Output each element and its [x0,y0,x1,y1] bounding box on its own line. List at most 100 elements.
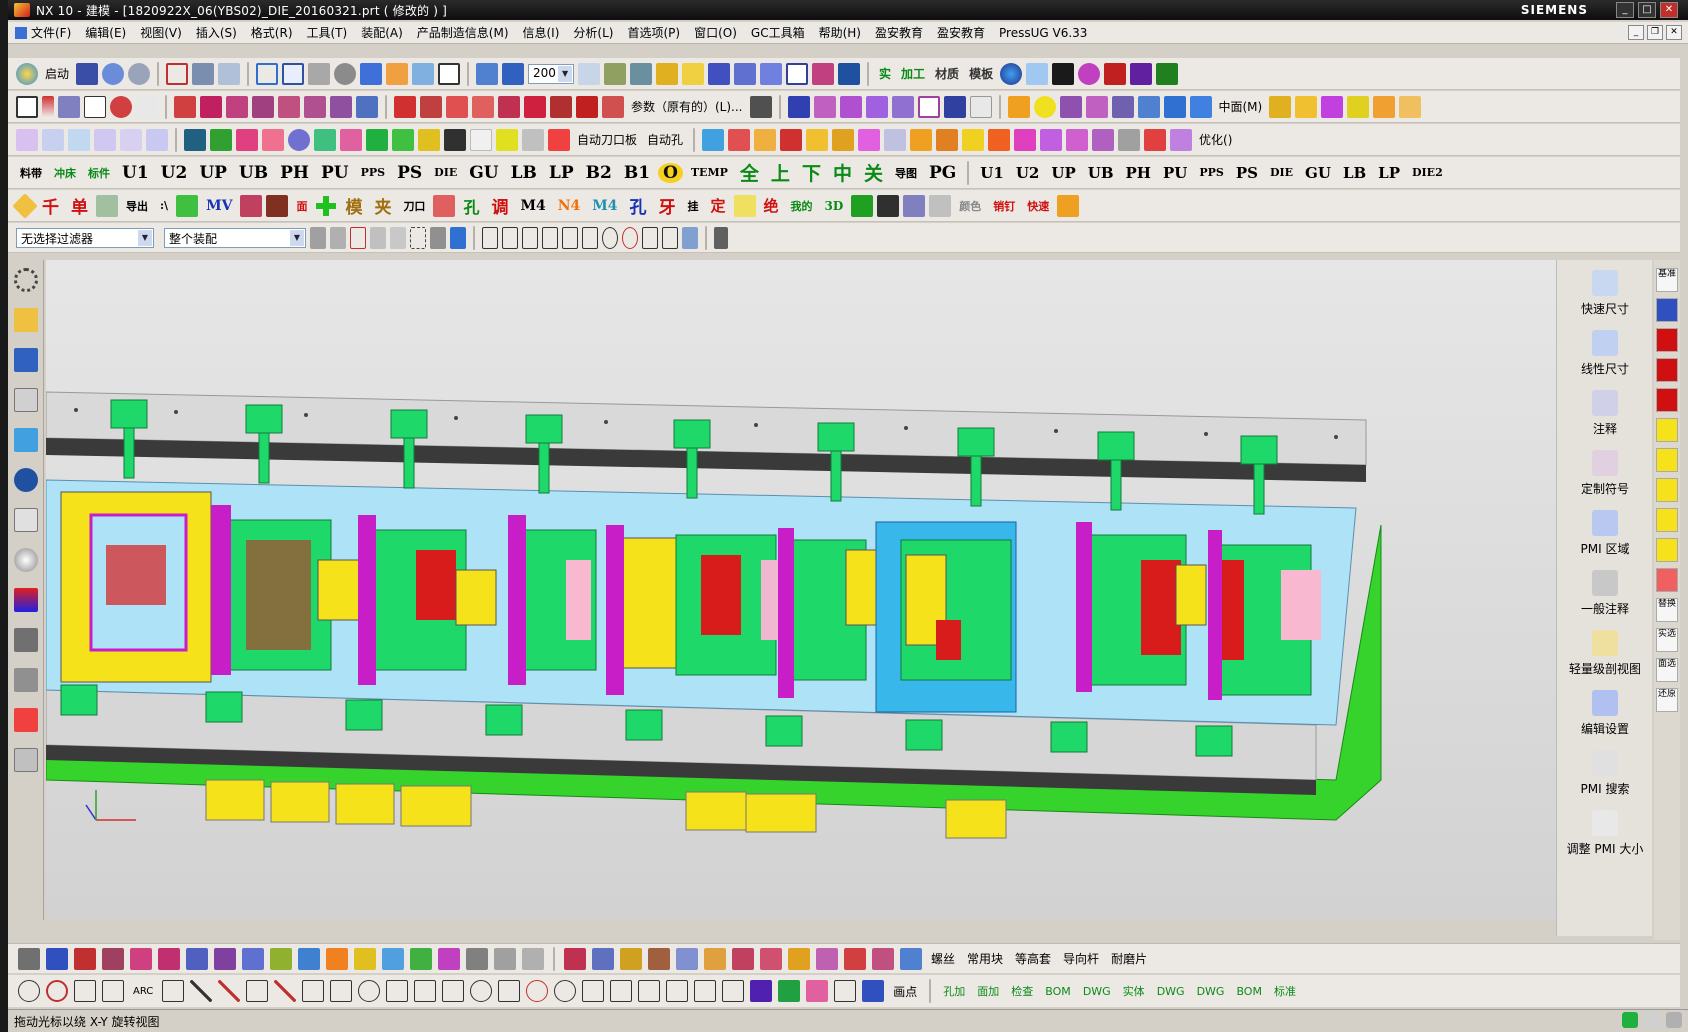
assembly-1-icon[interactable] [702,128,725,151]
yellow-block-icon[interactable] [733,194,756,217]
gc-6-icon[interactable] [146,128,168,151]
layer-green-icon[interactable] [1156,62,1179,85]
extrude-icon[interactable] [174,95,196,118]
single-chip[interactable]: 单 [67,193,92,218]
assembly-7-icon[interactable] [858,128,881,151]
pink-curve-icon[interactable] [806,980,829,1002]
split-body-icon[interactable] [420,95,442,118]
keyboard-icon[interactable] [1644,1012,1660,1028]
menu-tools[interactable]: 工具(T) [300,24,355,41]
standard-part-chip[interactable]: 标件 [84,165,114,181]
surface-4-icon[interactable] [891,95,914,118]
menu-assembly[interactable]: 装配(A) [354,24,410,41]
menu-information[interactable]: 信息(I) [516,24,567,41]
menu-preferences[interactable]: 首选项(P) [620,24,687,41]
add-plus-icon[interactable] [315,194,338,217]
reuse-library-icon[interactable] [13,428,38,452]
redo-icon[interactable] [128,62,151,85]
chart-icon[interactable] [1269,95,1292,118]
height-sleeve-button[interactable]: 等高套 [1012,950,1054,967]
pattern-icon[interactable] [812,62,835,85]
minimize-button[interactable]: _ [1616,2,1634,18]
export-drawing-chip[interactable]: 导图 [891,165,921,181]
custom-symbol-button[interactable]: 定制符号 [1557,450,1653,497]
zoom-icon[interactable] [256,62,279,85]
n4-chip[interactable]: N4 [554,198,585,214]
datum-csys-icon[interactable] [58,95,80,118]
mv-chip[interactable]: MV [202,198,236,214]
face-stretch-chip[interactable]: 面 [292,198,311,214]
lasso-icon[interactable] [240,194,263,217]
assembly-9-icon[interactable] [910,128,933,151]
extend-icon[interactable] [442,980,465,1002]
common-block-button[interactable]: 常用块 [964,950,1006,967]
snap-curve-icon[interactable] [542,226,558,249]
curve-18-icon[interactable] [494,947,516,970]
menu-yingan-2[interactable]: 盈安教育 [930,24,992,41]
close-button[interactable]: ✕ [1660,2,1678,18]
pen-icon[interactable] [877,194,900,217]
diamond-icon[interactable] [734,62,757,85]
snap-quadrant-icon[interactable] [622,226,638,249]
thicken-icon[interactable] [1137,95,1160,118]
quick-clamp-icon[interactable] [548,128,570,151]
unite-icon[interactable] [1007,95,1030,118]
thread-icon[interactable] [356,95,378,118]
script-icon[interactable] [1052,62,1075,85]
clock-icon[interactable] [13,548,38,572]
mesh-icon[interactable] [787,95,810,118]
curve-7-icon[interactable] [186,947,208,970]
boss-icon[interactable] [252,95,274,118]
part-navigator-icon[interactable] [13,388,38,412]
palette-icon[interactable] [13,588,38,612]
start-icon[interactable] [16,62,38,85]
selection-filter-combo[interactable]: 无选择过滤器 [16,227,154,248]
web-browser-icon[interactable] [13,468,38,492]
toolbar1-solid-color[interactable]: 实 [876,65,894,82]
offset-curve-icon[interactable] [330,980,353,1002]
thread-chip[interactable]: 牙 [655,193,680,218]
assembly-17-icon[interactable] [1118,128,1141,151]
shell-icon[interactable] [524,95,546,118]
snap-center-icon[interactable] [602,226,618,249]
hole-auto-chip[interactable]: 孔 [626,193,651,218]
graphics-viewport[interactable] [46,260,1556,920]
pink-block-icon[interactable] [433,194,456,217]
face-select-strip-button[interactable]: 面选 [1656,658,1678,682]
spring-icon[interactable] [210,128,232,151]
save-icon[interactable] [76,62,99,85]
display-mode-icon[interactable] [438,62,461,85]
move-u1-chip[interactable]: U1 [976,164,1008,182]
snap-icon[interactable] [656,62,679,85]
hole-icon[interactable] [226,95,248,118]
auto-knife-plate-button[interactable]: 自动刀口板 [574,131,640,148]
layer-load-icon[interactable] [444,128,466,151]
lightweight-section-button[interactable]: 轻量级剖视图 [1557,630,1653,677]
plate-die-chip[interactable]: DIE [430,166,461,179]
solid-ucs-button[interactable]: 实体 [1120,983,1148,999]
red-strip-icon-2[interactable] [1656,358,1678,382]
edit-settings-button[interactable]: 编辑设置 [1557,690,1653,737]
gear-icon[interactable] [13,268,38,292]
plate-b1-chip[interactable]: B1 [620,163,654,183]
block-pink-icon[interactable] [340,128,362,151]
intersect-icon[interactable] [1085,95,1108,118]
groove-icon[interactable] [330,95,352,118]
assembly-6-icon[interactable] [832,128,855,151]
surface-c-icon[interactable] [620,947,642,970]
move-object-icon[interactable] [218,62,241,85]
measure-icon[interactable] [682,62,705,85]
select-arrow-icon[interactable] [330,226,346,249]
assembly-18-icon[interactable] [1144,128,1167,151]
grid-small-icon[interactable] [610,980,633,1002]
hole-add-button[interactable]: 孔加 [940,983,968,999]
assembly-12-icon[interactable] [988,128,1011,151]
zoom-combo[interactable]: 200 [528,63,575,84]
assembly-19-icon[interactable] [1170,128,1193,151]
upper-chip[interactable]: 上 [767,159,794,186]
curve-12-icon[interactable] [326,947,348,970]
purple-square-icon[interactable] [750,980,773,1002]
curve-9-icon[interactable] [242,947,264,970]
edit-object-icon[interactable] [192,62,215,85]
check-button[interactable]: 检查 [1008,983,1036,999]
